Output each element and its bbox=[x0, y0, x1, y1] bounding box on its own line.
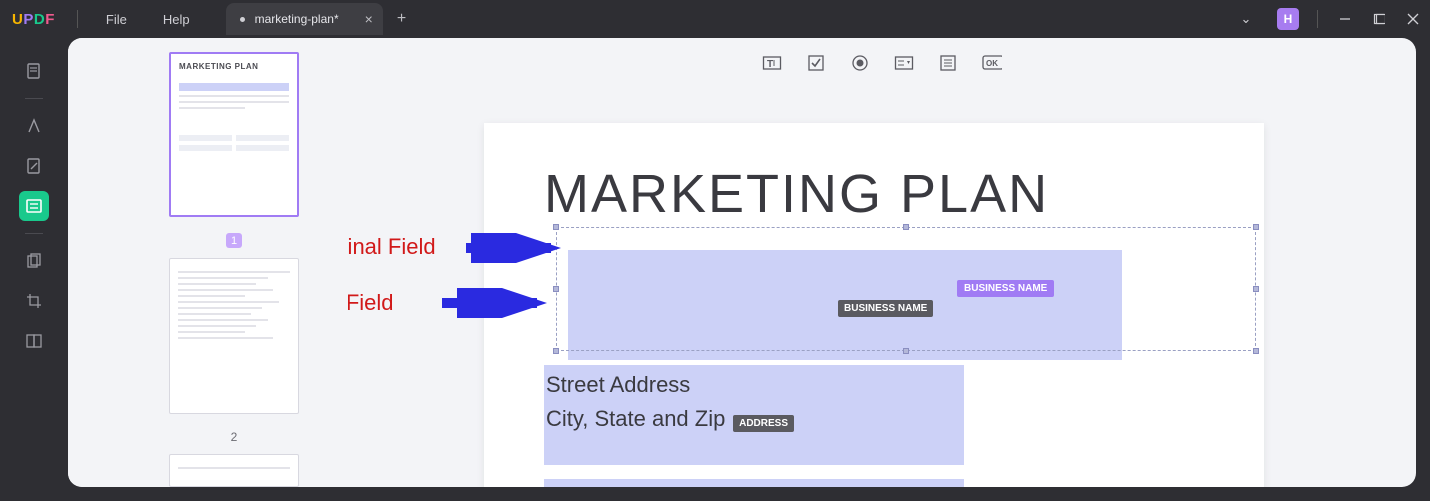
title-bar: UPDF File Help marketing-plan* × + ⌄ H bbox=[0, 0, 1430, 38]
thumbnail-page-1[interactable]: MARKETING PLAN bbox=[169, 52, 299, 217]
dropdown-tool[interactable] bbox=[893, 52, 915, 74]
button-tool[interactable]: OK bbox=[981, 52, 1003, 74]
thumbnail-page-3[interactable] bbox=[169, 454, 299, 487]
ok-button-icon: OK bbox=[982, 55, 1002, 71]
form-toolbar: T OK bbox=[348, 52, 1416, 74]
menu-file[interactable]: File bbox=[88, 12, 145, 27]
compare-icon bbox=[25, 332, 43, 350]
text-field-tool[interactable]: T bbox=[761, 52, 783, 74]
selected-fields-group: BUSINESS NAME BUSINESS NAME bbox=[548, 223, 1258, 361]
radio-icon bbox=[851, 54, 869, 72]
logo-letter-p: P bbox=[23, 11, 34, 28]
left-tool-rail bbox=[0, 38, 68, 487]
web-text: webaddress.com bbox=[544, 479, 714, 487]
workspace: MARKETING PLAN 1 2 bbox=[68, 38, 1416, 487]
list-box-tool[interactable] bbox=[937, 52, 959, 74]
tab-close-button[interactable]: × bbox=[365, 11, 373, 27]
original-business-name-field[interactable]: BUSINESS NAME bbox=[556, 227, 1256, 351]
edit-pdf-tool[interactable] bbox=[19, 151, 49, 181]
minimize-icon bbox=[1339, 13, 1351, 25]
page-number-label: 2 bbox=[231, 430, 238, 444]
address-field-label: ADDRESS bbox=[733, 415, 794, 432]
checkbox-icon bbox=[807, 54, 825, 72]
thumb-title: MARKETING PLAN bbox=[179, 62, 289, 71]
modified-dot-icon bbox=[240, 17, 245, 22]
pages-icon bbox=[25, 252, 43, 270]
crop-tool[interactable] bbox=[19, 286, 49, 316]
radio-button-tool[interactable] bbox=[849, 52, 871, 74]
menu-help[interactable]: Help bbox=[145, 12, 208, 27]
separator bbox=[1317, 10, 1318, 28]
separator bbox=[25, 233, 43, 234]
document-tab[interactable]: marketing-plan* × bbox=[226, 3, 383, 35]
logo-letter-d: D bbox=[34, 11, 45, 28]
edit-page-icon bbox=[25, 157, 43, 175]
page-icon bbox=[25, 62, 43, 80]
arrow-icon bbox=[466, 233, 566, 263]
annotation-duplicate-label: Duplicate Field bbox=[348, 290, 394, 316]
organize-tool[interactable] bbox=[19, 246, 49, 276]
logo-letter-u: U bbox=[12, 11, 23, 28]
text-field-icon: T bbox=[762, 53, 782, 73]
dropdown-icon bbox=[894, 54, 914, 72]
window-close-button[interactable] bbox=[1396, 0, 1430, 38]
chevron-down-icon[interactable]: ⌄ bbox=[1229, 0, 1263, 38]
close-icon bbox=[1407, 13, 1419, 25]
address-field[interactable]: Street Address City, State and Zip ADDRE… bbox=[544, 365, 964, 465]
compare-tool[interactable] bbox=[19, 326, 49, 356]
new-tab-button[interactable]: + bbox=[397, 10, 406, 28]
thumbnail-page-2[interactable] bbox=[169, 258, 299, 413]
checkbox-tool[interactable] bbox=[805, 52, 827, 74]
svg-text:OK: OK bbox=[986, 59, 998, 68]
window-maximize-button[interactable] bbox=[1362, 0, 1396, 38]
window-minimize-button[interactable] bbox=[1328, 0, 1362, 38]
comment-tool[interactable] bbox=[19, 111, 49, 141]
original-field-label: BUSINESS NAME bbox=[957, 280, 1054, 297]
user-avatar[interactable]: H bbox=[1277, 8, 1299, 30]
form-icon bbox=[25, 197, 43, 215]
listbox-icon bbox=[939, 54, 957, 72]
annotation-original-label: Original Field bbox=[348, 234, 436, 260]
svg-text:T: T bbox=[767, 59, 773, 70]
maximize-icon bbox=[1373, 13, 1385, 25]
logo-letter-f: F bbox=[45, 11, 55, 28]
page-number-badge: 1 bbox=[226, 233, 242, 248]
arrow-icon bbox=[442, 288, 552, 318]
tab-title: marketing-plan* bbox=[255, 12, 339, 26]
crop-icon bbox=[25, 292, 43, 310]
marker-icon bbox=[25, 117, 43, 135]
reader-tool[interactable] bbox=[19, 56, 49, 86]
canvas: T OK MARKETING PLAN Street Address City,… bbox=[348, 38, 1416, 487]
form-tool[interactable] bbox=[19, 191, 49, 221]
separator bbox=[25, 98, 43, 99]
web-field[interactable]: webaddress.com WEB bbox=[544, 479, 964, 487]
separator bbox=[77, 10, 78, 28]
app-logo: UPDF bbox=[0, 11, 67, 28]
thumbnail-panel: MARKETING PLAN 1 2 bbox=[68, 38, 348, 487]
document-title: MARKETING PLAN bbox=[544, 163, 1204, 225]
